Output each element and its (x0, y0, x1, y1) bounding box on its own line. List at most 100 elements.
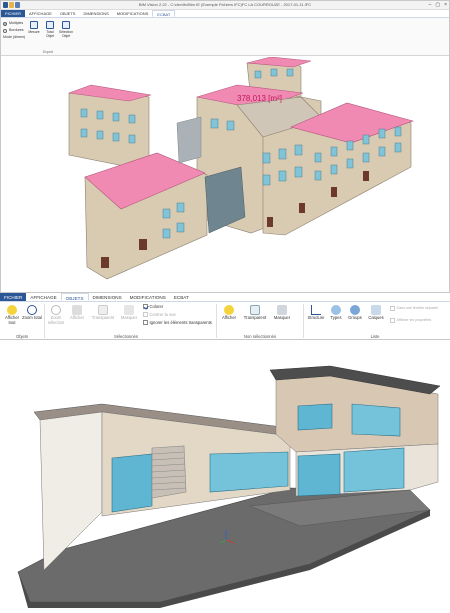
transparent-cube-icon (98, 305, 108, 315)
window-upper-2 (351, 403, 401, 437)
minimize-icon[interactable]: – (429, 2, 432, 8)
transparent-button[interactable]: Transparent (88, 305, 118, 321)
calques-button[interactable]: Calques (365, 305, 387, 321)
window-controls: – ▢ × (429, 2, 447, 8)
tab-modifications[interactable]: MODIFICATIONS (113, 10, 152, 17)
page: BIM Vision 2.22 - C:\dev\ifc\Bim IE (Exe… (0, 0, 450, 613)
radio-icon[interactable] (3, 21, 7, 26)
divider (303, 304, 304, 338)
transparent-label: Transparent (91, 315, 115, 320)
house-model-render (17, 365, 441, 608)
courtyard (176, 116, 202, 164)
tab-objets[interactable]: OBJETS (60, 293, 89, 301)
tab-fichier[interactable]: FICHIER (0, 293, 27, 301)
masquer-button[interactable]: Masquer (118, 305, 140, 321)
mode-group: Multiples Bordures Mode (dimen) (3, 20, 25, 41)
tab-objets[interactable]: OBJETS (56, 10, 80, 17)
window-ground-2 (343, 447, 405, 493)
checkbox-icon[interactable] (390, 306, 395, 311)
groups-icon (350, 305, 360, 315)
mode-group-label: Mode (dimen) (3, 35, 26, 39)
mode-option-bordures[interactable]: Bordures (3, 27, 25, 34)
divider (216, 304, 217, 338)
mode-option-label: Multiples (9, 21, 24, 25)
masquer-label: Masquer (120, 315, 138, 320)
title-bar: BIM Vision 2.22 - C:\dev\ifc\Bim IE (Exe… (1, 1, 449, 10)
ribbon-body: Afficher tout Zoom total Objets Zoom sél… (0, 302, 450, 340)
window-title: BIM Vision 2.22 - C:\dev\ifc\Bim IE (Exe… (138, 2, 312, 7)
lightbulb-icon (7, 305, 17, 315)
transparent-cube-icon (250, 305, 260, 315)
types-icon (331, 305, 341, 315)
window-low-2 (209, 451, 289, 493)
afficher-button[interactable]: Afficher (66, 305, 88, 321)
window-upper-1 (297, 403, 333, 431)
cube-icon (72, 305, 82, 315)
objets-ribbon: FICHIER AFFICHAGE OBJETS DIMENSIONS MODI… (0, 292, 450, 340)
total-icon (46, 21, 54, 29)
structure-label: Structure (307, 315, 325, 320)
tab-dimensions[interactable]: DIMENSIONS (89, 293, 126, 301)
afficher-non-selection-label: Afficher (221, 315, 237, 320)
centrer-vue-checkbox[interactable]: Centrer la vue (143, 312, 176, 317)
close-icon[interactable]: × (444, 2, 447, 8)
selection-group-label: Sélectionnés (114, 334, 138, 339)
afficher-proprietes-checkbox[interactable]: Afficher les propriétés (390, 318, 431, 323)
ribbon-tabs-2: FICHIER AFFICHAGE OBJETS DIMENSIONS MODI… (0, 293, 450, 302)
transparent-non-selection-label: Transparent (243, 315, 267, 320)
mode-option-multiples[interactable]: Multiples (3, 20, 25, 27)
objets-group-label: Objets (15, 334, 29, 339)
afficher-non-selection-button[interactable]: Afficher (218, 305, 240, 321)
structure-button[interactable]: Structure (305, 305, 327, 321)
zoom-selection-label: Zoom sélection (47, 315, 65, 325)
types-button[interactable]: Types (327, 305, 345, 321)
radio-icon[interactable] (3, 28, 7, 33)
checkbox-icon[interactable] (143, 304, 148, 309)
ignorer-transparents-checkbox[interactable]: Ignorer les éléments transparents (143, 320, 212, 325)
colorer-label: Colorer (149, 304, 164, 309)
afficher-label: Afficher (69, 315, 85, 320)
model-viewport[interactable]: 378,013 [m²] (1, 56, 449, 292)
afficher-tout-button[interactable]: Afficher tout (2, 305, 22, 325)
house-render-viewport[interactable] (0, 340, 450, 613)
ignorer-transparents-label: Ignorer les éléments transparents (149, 320, 212, 325)
checkbox-icon[interactable] (143, 312, 148, 317)
hidden-cube-icon (277, 305, 287, 315)
tab-affichage[interactable]: AFFICHAGE (25, 10, 56, 17)
tree-icon (311, 305, 321, 315)
layers-icon (371, 305, 381, 315)
colorer-checkbox[interactable]: Colorer (143, 304, 163, 309)
groups-button[interactable]: Groups (345, 305, 365, 321)
zoom-total-button[interactable]: Zoom total (22, 305, 42, 321)
masquer-non-selection-button[interactable]: Masquer (270, 305, 294, 321)
tab-affichage[interactable]: AFFICHAGE (26, 293, 60, 301)
non-selection-group-label: Non sélectionnés (243, 334, 277, 339)
zoom-selection-button[interactable]: Zoom sélection (46, 305, 66, 325)
fenetre-separee-label: Dans une fenêtre séparée (396, 306, 439, 311)
area-measurement-label: 378,013 [m²] (237, 94, 282, 103)
checkbox-icon[interactable] (143, 320, 148, 325)
mesure-button[interactable]: Mesure (27, 21, 41, 34)
afficher-proprietes-label: Afficher les propriétés (396, 318, 432, 323)
groups-label: Groups (348, 315, 362, 320)
tab-fichier[interactable]: FICHIER (1, 10, 25, 17)
tab-modifications[interactable]: MODIFICATIONS (126, 293, 170, 301)
calques-label: Calques (368, 315, 384, 320)
divider (44, 304, 45, 338)
export-group-label: Export (43, 50, 53, 54)
selection-objet-label: Sélection Objet (59, 30, 73, 38)
maximize-icon[interactable]: ▢ (435, 2, 440, 8)
transparent-non-selection-button[interactable]: Transparent (240, 305, 270, 321)
afficher-tout-label: Afficher tout (4, 315, 20, 325)
total-objet-button[interactable]: Total Objet (43, 21, 57, 38)
ribbon-tabs: FICHIER AFFICHAGE OBJETS DIMENSIONS MODI… (1, 10, 449, 18)
tab-ecbat[interactable]: ECBAT (152, 10, 176, 17)
tab-ecbat[interactable]: ECBAT (170, 293, 193, 301)
magnifier-icon (51, 305, 61, 315)
ecbat-ribbon: Multiples Bordures Mode (dimen) Mesure T… (1, 18, 449, 56)
selection-icon (62, 21, 70, 29)
checkbox-icon[interactable] (390, 318, 395, 323)
fenetre-separee-checkbox[interactable]: Dans une fenêtre séparée (390, 306, 438, 311)
tab-dimensions[interactable]: DIMENSIONS (79, 10, 112, 17)
selection-objet-button[interactable]: Sélection Objet (59, 21, 73, 38)
